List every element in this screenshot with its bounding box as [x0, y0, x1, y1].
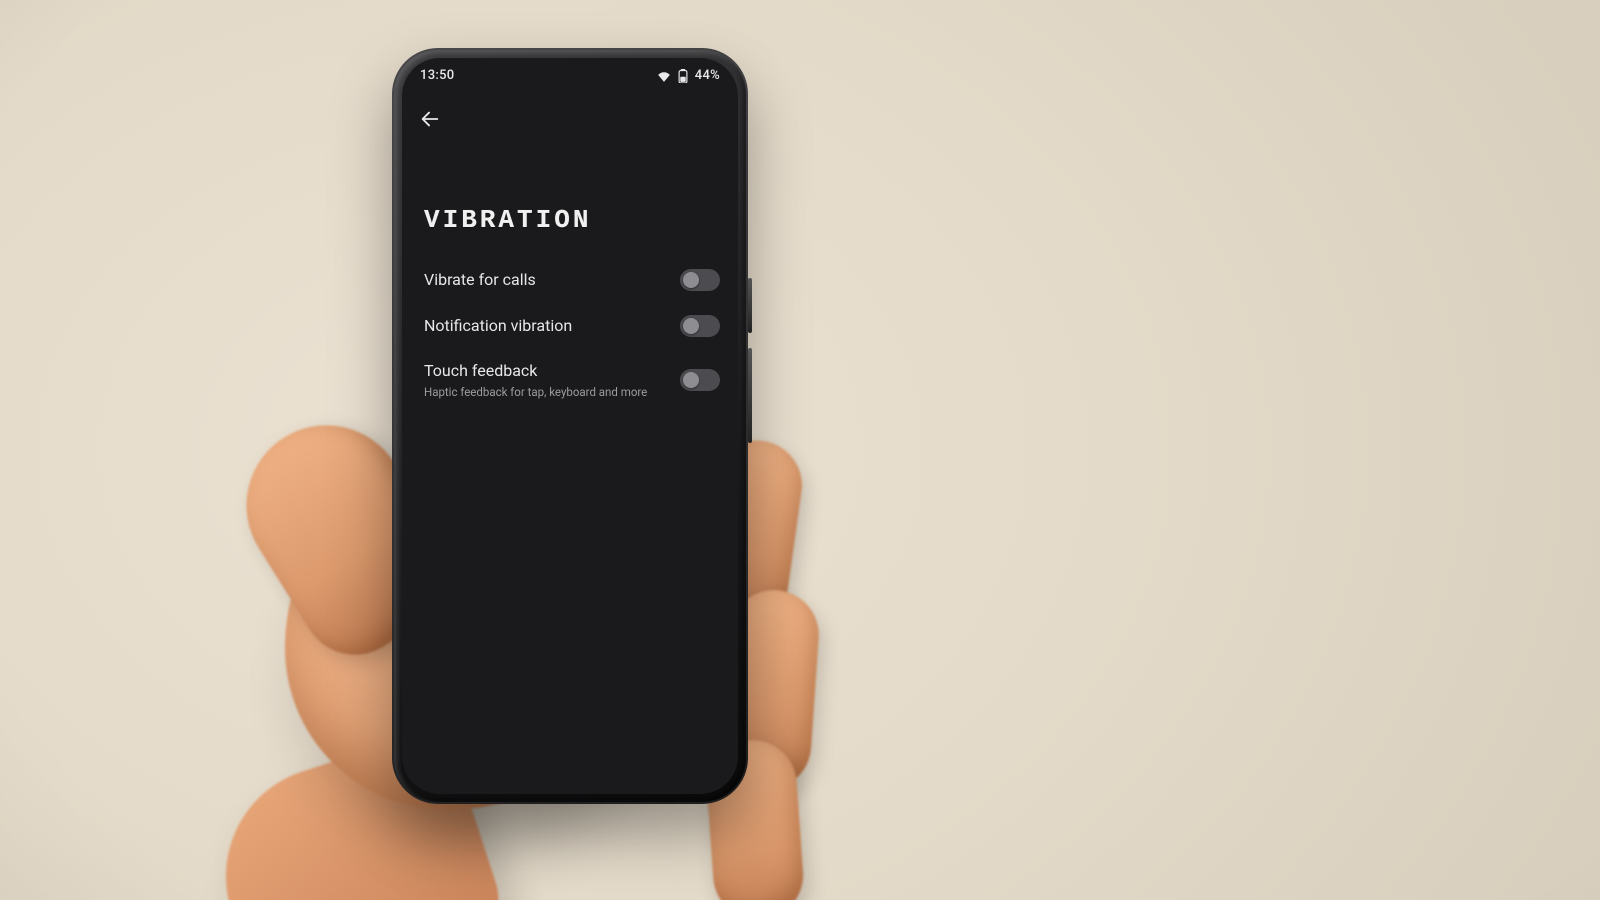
toggle-notification-vibration[interactable] [680, 315, 720, 337]
battery-icon [677, 69, 689, 83]
arrow-left-icon [419, 108, 441, 134]
app-bar [402, 87, 738, 143]
setting-subtitle: Haptic feedback for tap, keyboard and mo… [424, 385, 647, 399]
toggle-touch-feedback[interactable] [680, 369, 720, 391]
setting-title: Vibrate for calls [424, 270, 536, 290]
page-title: VIBRATION [402, 143, 738, 249]
setting-vibrate-for-calls[interactable]: Vibrate for calls [424, 257, 720, 303]
phone-screen: 13:50 44% [402, 58, 738, 794]
status-time: 13:50 [420, 68, 454, 83]
phone-side-button [748, 278, 752, 333]
phone-side-button [748, 348, 752, 443]
photo-backdrop: 13:50 44% [0, 0, 1600, 900]
vignette [0, 0, 1600, 900]
wifi-icon [657, 70, 671, 82]
phone-frame: 13:50 44% [392, 48, 748, 804]
setting-touch-feedback[interactable]: Touch feedback Haptic feedback for tap, … [424, 349, 720, 411]
setting-title: Notification vibration [424, 316, 572, 336]
status-right: 44% [657, 68, 720, 83]
setting-notification-vibration[interactable]: Notification vibration [424, 303, 720, 349]
toggle-vibrate-for-calls[interactable] [680, 269, 720, 291]
settings-list: Vibrate for calls Notification vibration [402, 249, 738, 411]
back-button[interactable] [412, 103, 448, 139]
setting-title: Touch feedback [424, 361, 647, 381]
status-battery-percent: 44% [695, 68, 720, 83]
status-bar: 13:50 44% [402, 58, 738, 87]
